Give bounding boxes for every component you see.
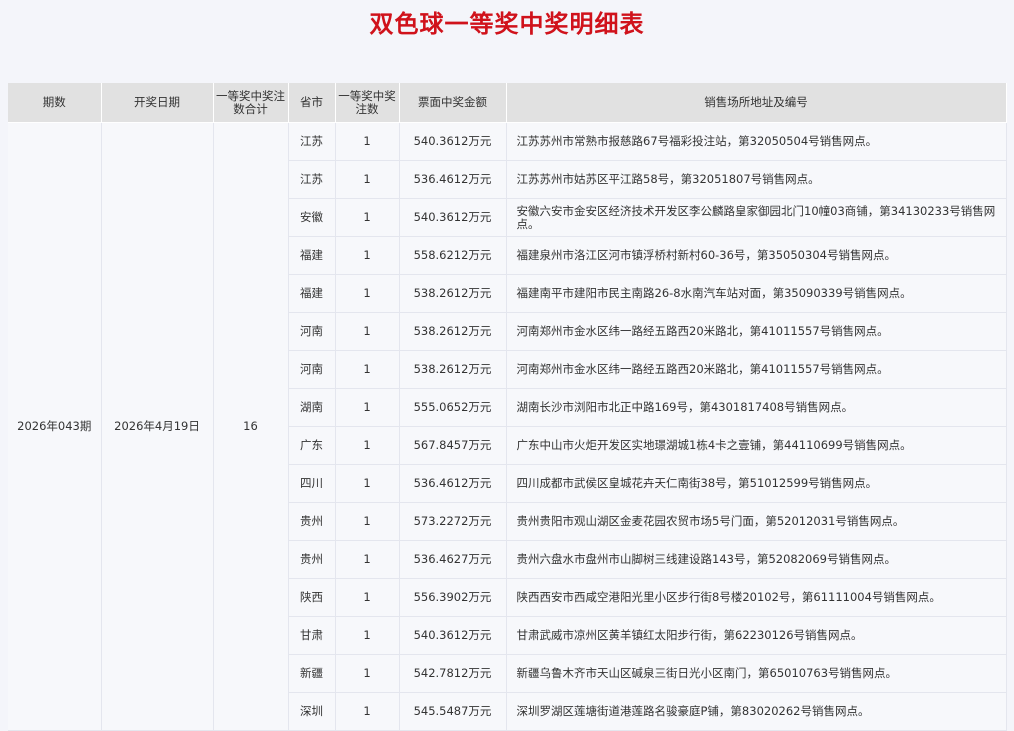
cell-amount: 542.7812万元: [399, 654, 507, 693]
cell-province: 深圳: [288, 692, 336, 731]
cell-address: 甘肃武威市凉州区黄羊镇红太阳步行街，第62230126号销售网点。: [506, 616, 1007, 655]
cell-amount: 536.4612万元: [399, 160, 507, 199]
header-period: 期数: [8, 83, 102, 123]
cell-address: 河南郑州市金水区纬一路经五路西20米路北，第41011557号销售网点。: [506, 350, 1007, 389]
header-address: 销售场所地址及编号: [506, 83, 1007, 123]
cell-amount: 567.8457万元: [399, 426, 507, 465]
table-header-row: 期数 开奖日期 一等奖中奖注数合计 省市 一等奖中奖注数 票面中奖金额 销售场所…: [8, 83, 1007, 123]
cell-count: 1: [335, 654, 400, 693]
winners-table: 期数 开奖日期 一等奖中奖注数合计 省市 一等奖中奖注数 票面中奖金额 销售场所…: [8, 83, 1007, 731]
summary-date: 2026年4月19日: [101, 122, 214, 731]
cell-count: 1: [335, 388, 400, 427]
cell-amount: 540.3612万元: [399, 198, 507, 237]
cell-address: 深圳罗湖区莲塘街道港莲路名骏豪庭P铺，第83020262号销售网点。: [506, 692, 1007, 731]
cell-count: 1: [335, 160, 400, 199]
cell-count: 1: [335, 578, 400, 617]
cell-province: 贵州: [288, 540, 336, 579]
header-count: 一等奖中奖注数: [335, 83, 400, 123]
cell-province: 四川: [288, 464, 336, 503]
cell-address: 广东中山市火炬开发区实地璟湖城1栋4卡之壹铺，第44110699号销售网点。: [506, 426, 1007, 465]
cell-count: 1: [335, 236, 400, 275]
cell-amount: 538.2612万元: [399, 350, 507, 389]
cell-amount: 540.3612万元: [399, 122, 507, 161]
cell-count: 1: [335, 540, 400, 579]
cell-address: 江苏苏州市姑苏区平江路58号，第32051807号销售网点。: [506, 160, 1007, 199]
cell-count: 1: [335, 122, 400, 161]
cell-address: 四川成都市武侯区皇城花卉天仁南街38号，第51012599号销售网点。: [506, 464, 1007, 503]
summary-period: 2026年043期: [8, 122, 102, 731]
cell-address: 江苏苏州市常熟市报慈路67号福彩投注站，第32050504号销售网点。: [506, 122, 1007, 161]
cell-amount: 545.5487万元: [399, 692, 507, 731]
cell-address: 陕西西安市西咸空港阳光里小区步行街8号楼20102号，第61111004号销售网…: [506, 578, 1007, 617]
cell-amount: 556.3902万元: [399, 578, 507, 617]
cell-province: 贵州: [288, 502, 336, 541]
cell-province: 新疆: [288, 654, 336, 693]
header-province: 省市: [288, 83, 336, 123]
cell-province: 广东: [288, 426, 336, 465]
cell-amount: 555.0652万元: [399, 388, 507, 427]
cell-count: 1: [335, 426, 400, 465]
cell-amount: 536.4627万元: [399, 540, 507, 579]
cell-address: 贵州六盘水市盘州市山脚树三线建设路143号，第52082069号销售网点。: [506, 540, 1007, 579]
cell-province: 湖南: [288, 388, 336, 427]
cell-count: 1: [335, 616, 400, 655]
cell-amount: 538.2612万元: [399, 274, 507, 313]
cell-amount: 538.2612万元: [399, 312, 507, 351]
cell-count: 1: [335, 274, 400, 313]
cell-address: 贵州贵阳市观山湖区金麦花园农贸市场5号门面，第52012031号销售网点。: [506, 502, 1007, 541]
cell-address: 湖南长沙市浏阳市北正中路169号，第4301817408号销售网点。: [506, 388, 1007, 427]
cell-amount: 573.2272万元: [399, 502, 507, 541]
cell-province: 福建: [288, 236, 336, 275]
cell-amount: 536.4612万元: [399, 464, 507, 503]
cell-province: 陕西: [288, 578, 336, 617]
cell-count: 1: [335, 198, 400, 237]
cell-count: 1: [335, 350, 400, 389]
cell-province: 江苏: [288, 160, 336, 199]
header-date: 开奖日期: [101, 83, 214, 123]
header-amount: 票面中奖金额: [399, 83, 507, 123]
table-row: 2026年043期 2026年4月19日 16 江苏 1 540.3612万元 江苏苏州市常…: [8, 122, 1007, 731]
cell-address: 安徽六安市金安区经济技术开发区李公麟路皇家御园北门10幢03商铺，第341302…: [506, 198, 1007, 237]
header-total: 一等奖中奖注数合计: [213, 83, 289, 123]
cell-province: 江苏: [288, 122, 336, 161]
cell-count: 1: [335, 464, 400, 503]
cell-count: 1: [335, 692, 400, 731]
cell-province: 安徽: [288, 198, 336, 237]
cell-address: 河南郑州市金水区纬一路经五路西20米路北，第41011557号销售网点。: [506, 312, 1007, 351]
cell-province: 河南: [288, 350, 336, 389]
summary-total: 16: [213, 122, 289, 731]
cell-count: 1: [335, 312, 400, 351]
cell-amount: 540.3612万元: [399, 616, 507, 655]
cell-count: 1: [335, 502, 400, 541]
cell-amount: 558.6212万元: [399, 236, 507, 275]
cell-province: 河南: [288, 312, 336, 351]
cell-address: 福建泉州市洛江区河市镇浮桥村新村60-36号，第35050304号销售网点。: [506, 236, 1007, 275]
cell-address: 福建南平市建阳市民主南路26-8水南汽车站对面，第35090339号销售网点。: [506, 274, 1007, 313]
page-title: 双色球一等奖中奖明细表: [369, 10, 645, 38]
cell-address: 新疆乌鲁木齐市天山区碱泉三街日光小区南门，第65010763号销售网点。: [506, 654, 1007, 693]
cell-province: 甘肃: [288, 616, 336, 655]
cell-province: 福建: [288, 274, 336, 313]
